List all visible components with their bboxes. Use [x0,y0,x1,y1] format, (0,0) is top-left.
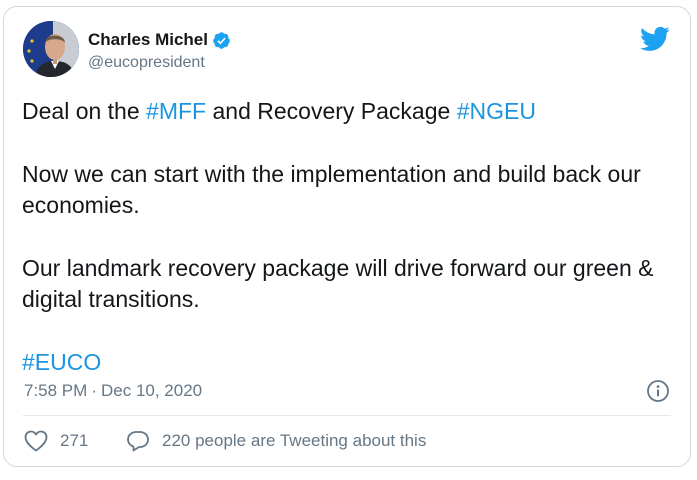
timestamp-separator: · [91,381,97,400]
tweeting-about-link[interactable]: 220 people are Tweeting about this [126,430,426,452]
tweet-line-1: Deal on the #MFF and Recovery Package #N… [22,96,662,127]
verified-badge-icon [212,31,231,50]
author-handle[interactable]: @eucopresident [88,53,205,73]
author-name-text[interactable]: Charles Michel [88,30,208,50]
like-button[interactable]: 271 [24,430,88,452]
tweet-text-segment: and Recovery Package [206,98,457,124]
author-name[interactable]: Charles Michel [88,30,231,50]
heart-icon [24,430,48,452]
avatar-image [23,21,79,77]
info-icon[interactable] [646,379,670,403]
twitter-bird-icon[interactable] [640,26,670,51]
avatar[interactable] [23,21,79,77]
like-count: 271 [60,431,89,450]
speech-bubble-icon [126,430,150,452]
tweet-timestamp[interactable]: 7:58 PM · Dec 10, 2020 [24,381,202,401]
tweet-paragraph-2: Now we can start with the implementation… [22,161,641,218]
tweeting-about-text: 220 people are Tweeting about this [162,431,427,450]
tweet-hashtag-line: #EUCO [22,347,662,378]
tweet-text-segment: Deal on the [22,98,147,124]
hashtag-ngeu[interactable]: #NGEU [457,98,536,124]
tweet-card[interactable]: Charles Michel @eucopresident Deal on th… [3,6,691,467]
hashtag-euco[interactable]: #EUCO [22,349,101,375]
tweet-paragraph-3: Our landmark recovery package will drive… [22,255,654,312]
tweet-date[interactable]: Dec 10, 2020 [101,381,202,400]
hashtag-mff[interactable]: #MFF [146,98,206,124]
divider [23,415,671,416]
tweet-time[interactable]: 7:58 PM [24,381,87,400]
tweet-text: Deal on the #MFF and Recovery Package #N… [22,96,662,378]
